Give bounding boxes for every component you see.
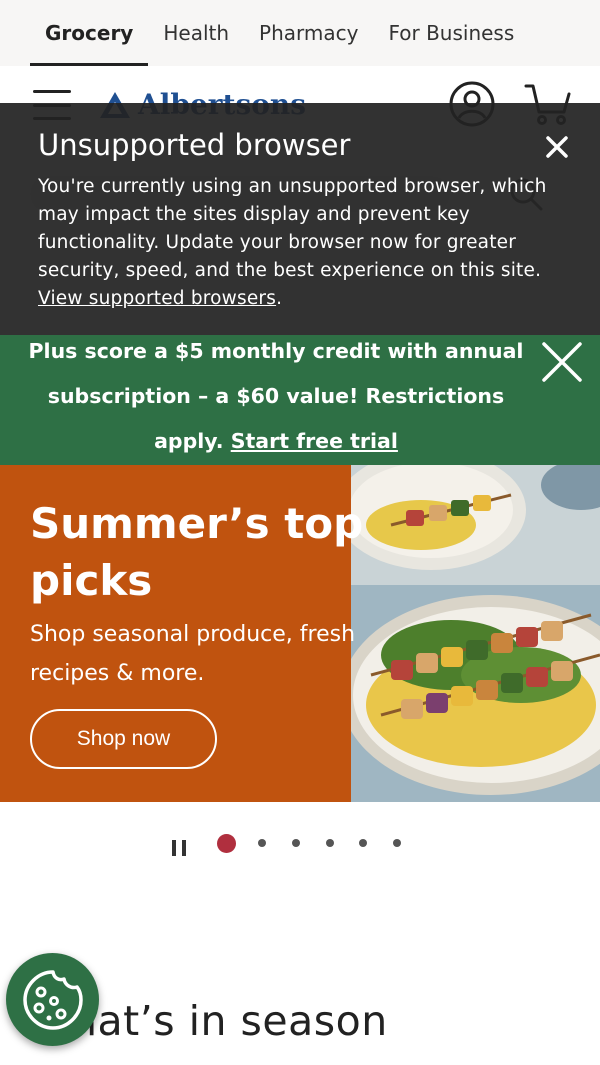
tab-grocery-label: Grocery [45, 21, 134, 45]
link-suffix: . [276, 288, 283, 309]
hero-slide: Summer’s top picks Shop seasonal produce… [0, 465, 600, 802]
promo-banner: Plus score a $5 monthly credit with annu… [0, 335, 600, 465]
carousel-dot-1[interactable] [217, 834, 236, 853]
unsupported-browser-title: Unsupported browser [38, 128, 351, 162]
tab-health[interactable]: Health [148, 0, 244, 66]
carousel-dot-2[interactable] [258, 839, 266, 847]
unsupported-browser-message: You're currently using an unsupported br… [38, 173, 562, 313]
carousel-dot-4[interactable] [326, 839, 334, 847]
hero-description: Shop seasonal produce, fresh recipes & m… [30, 622, 356, 686]
unsupported-browser-banner: Unsupported browser You're currently usi… [0, 103, 600, 335]
carousel-dot-6[interactable] [393, 839, 401, 847]
close-icon[interactable] [543, 133, 571, 161]
shop-now-button[interactable]: Shop now [30, 709, 217, 769]
cookie-settings-button[interactable] [6, 953, 99, 1046]
unsupported-browser-body: You're currently using an unsupported br… [38, 176, 547, 281]
pause-icon[interactable] [172, 840, 186, 856]
carousel-dot-3[interactable] [292, 839, 300, 847]
start-free-trial-link[interactable]: Start free trial [231, 429, 398, 453]
cookie-icon [22, 969, 83, 1030]
promo-message: Plus score a $5 monthly credit with annu… [20, 329, 532, 464]
tab-health-label: Health [163, 21, 230, 45]
promo-close-icon[interactable] [540, 340, 584, 384]
tab-for-business-label: For Business [388, 21, 515, 45]
top-category-tabs: Grocery Health Pharmacy For Business [0, 0, 600, 66]
view-supported-browsers-link[interactable]: View supported browsers [38, 288, 276, 309]
tab-for-business[interactable]: For Business [373, 0, 529, 66]
carousel-controls [0, 830, 600, 860]
hero-title: Summer’s top picks [30, 499, 364, 605]
carousel-dot-5[interactable] [359, 839, 367, 847]
tab-grocery[interactable]: Grocery [0, 0, 149, 66]
tab-pharmacy[interactable]: Pharmacy [244, 0, 373, 66]
tab-pharmacy-label: Pharmacy [259, 21, 359, 45]
